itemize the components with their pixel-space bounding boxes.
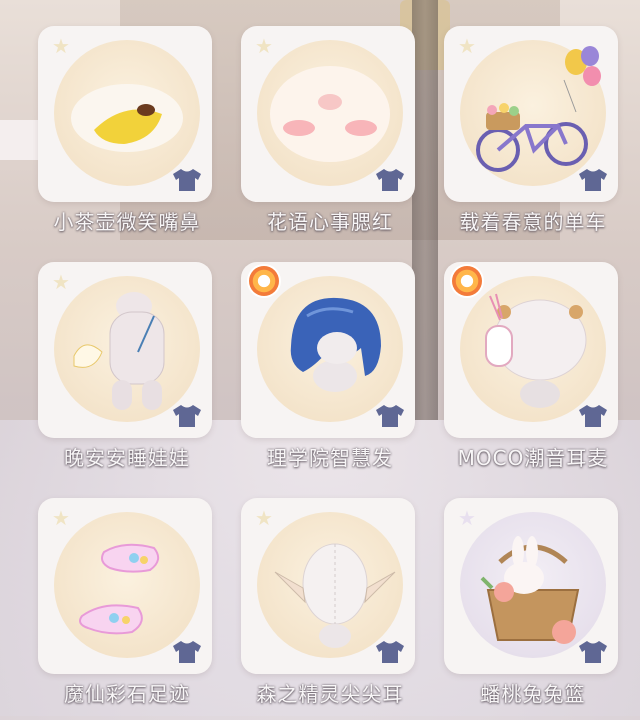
shirt-icon: [173, 641, 201, 663]
item-label: 森之精灵尖尖耳: [256, 682, 404, 706]
headphones-image: [485, 293, 587, 408]
item-label: 小茶壶微笑嘴鼻: [53, 210, 201, 234]
item-cell[interactable]: ★ 森之精灵尖尖耳: [241, 498, 419, 706]
item-cell[interactable]: ★ 载着春意的单车: [444, 26, 622, 234]
shirt-icon: [376, 169, 404, 191]
item-card[interactable]: ★: [241, 498, 415, 674]
item-card[interactable]: [241, 262, 415, 438]
item-cell[interactable]: ★ 晚安安睡娃娃: [38, 262, 216, 470]
item-label: 理学院智慧发: [267, 446, 393, 470]
item-cell[interactable]: 理学院智慧发: [241, 262, 419, 470]
item-label: 蟠桃兔兔篮: [480, 682, 586, 706]
item-cell[interactable]: ★ 小茶壶微笑嘴鼻: [38, 26, 216, 234]
bunny-peach-basket-image: [480, 536, 580, 644]
shirt-icon: [579, 169, 607, 191]
blue-hair-image: [290, 297, 381, 392]
item-cell[interactable]: ★ 魔仙彩石足迹: [38, 498, 216, 706]
item-label: 花语心事腮红: [267, 210, 393, 234]
item-card[interactable]: ★: [241, 26, 415, 202]
plush-doll-image: [73, 292, 165, 410]
shirt-icon: [376, 641, 404, 663]
item-card[interactable]: ★: [38, 262, 212, 438]
item-cell[interactable]: ★ 花语心事腮红: [241, 26, 419, 234]
item-card[interactable]: ★: [444, 26, 618, 202]
item-cell[interactable]: MOCO潮音耳麦: [444, 262, 622, 470]
shirt-icon: [376, 405, 404, 427]
item-label: 载着春意的单车: [459, 210, 607, 234]
bicycle-with-balloons-image: [476, 46, 601, 172]
shirt-icon: [579, 641, 607, 663]
shirt-icon: [173, 169, 201, 191]
item-card[interactable]: [444, 262, 618, 438]
elf-ears-image: [274, 543, 396, 648]
smiling-mouth-nose-image: [71, 84, 183, 152]
item-card[interactable]: ★: [38, 498, 212, 674]
shirt-icon: [173, 405, 201, 427]
background-snowy-roof: [0, 120, 40, 160]
item-label: 魔仙彩石足迹: [64, 682, 190, 706]
item-grid: ★ 小茶壶微笑嘴鼻 ★ 花语心事腮红 ★ 载着春意的单车 ★ 晚安安睡娃娃 理学…: [38, 26, 620, 706]
blush-image: [270, 66, 390, 162]
shirt-icon: [579, 405, 607, 427]
item-cell[interactable]: ★ 蟠桃兔兔篮: [444, 498, 622, 706]
item-card[interactable]: ★: [38, 26, 212, 202]
item-label: MOCO潮音耳麦: [457, 446, 609, 470]
item-card[interactable]: ★: [444, 498, 618, 674]
rainbow-footprints-image: [79, 543, 160, 635]
item-label: 晚安安睡娃娃: [64, 446, 190, 470]
